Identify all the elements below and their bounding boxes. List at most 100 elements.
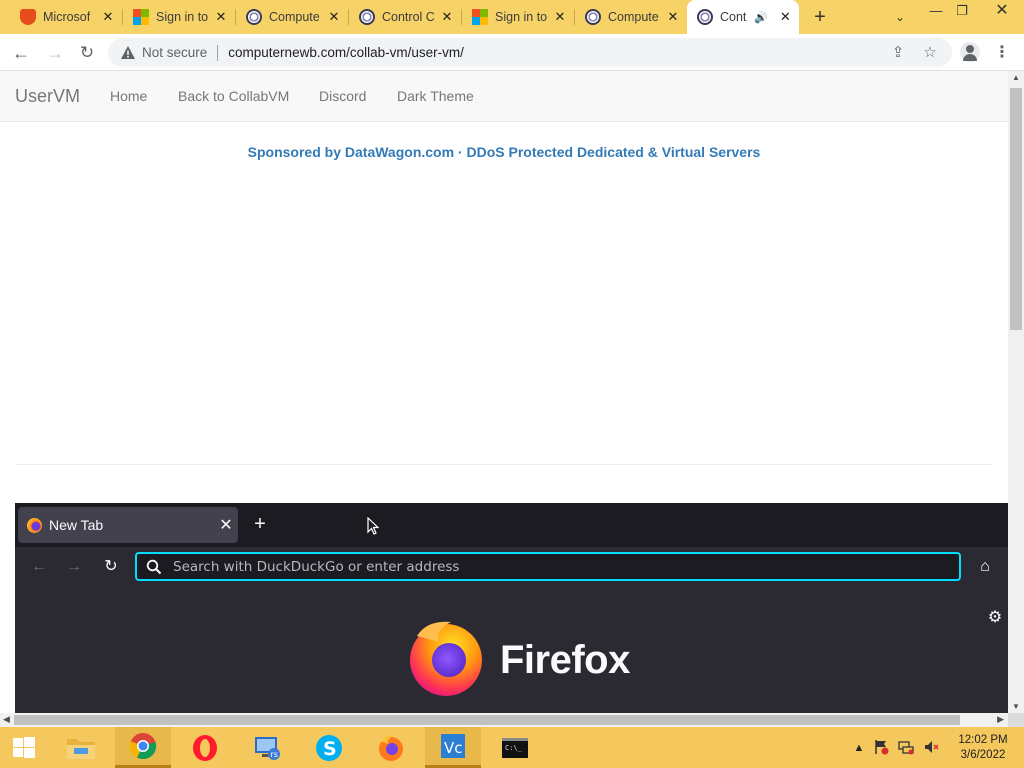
collabvm-icon [359,9,375,25]
horizontal-scrollbar[interactable]: ◀ ▶ [0,713,1008,727]
action-center-flag-icon[interactable] [872,739,890,757]
tab-title: Compute [608,10,659,24]
windows-taskbar: rs S Vc C:\_ ▲ 12:02 PM 3/6/2022 [0,727,1024,768]
clock-time: 12:02 PM [958,734,1008,746]
firefox-forward-button[interactable]: → [62,555,86,579]
close-tab-icon[interactable]: ✕ [439,9,455,25]
security-status[interactable]: Not secure [142,45,207,60]
firefox-new-tab-button[interactable]: + [249,513,271,535]
forward-button[interactable]: → [42,40,68,66]
firefox-wordmark: Firefox [500,638,630,682]
svg-text:Vc: Vc [444,739,463,757]
close-tab-icon[interactable]: ✕ [552,9,568,25]
kebab-menu-icon[interactable]: ⋮ [994,40,1010,66]
browser-tab[interactable]: Sign in to ✕ [123,0,235,34]
collabvm-icon [246,9,262,25]
mouse-cursor-icon [367,517,379,535]
close-tab-icon[interactable]: ✕ [213,9,229,25]
site-brand[interactable]: UserVM [15,86,80,107]
chrome-toolbar: ← → ↻ Not secure computernewb.com/collab… [0,34,1024,71]
visual-studio-code-icon[interactable]: Vc [425,727,481,768]
share-icon[interactable]: ⇪ [888,43,908,63]
file-explorer-icon[interactable] [53,727,109,768]
chrome-tab-strip: Microsof ✕ Sign in to ✕ Compute ✕ Contro… [0,0,1024,34]
collabvm-icon [697,9,713,25]
close-tab-icon[interactable]: ✕ [100,9,116,25]
firefox-logo-icon [410,621,482,696]
scrollbar-corner [1008,713,1024,727]
chevron-down-icon[interactable]: ⌄ [890,7,910,27]
new-tab-button[interactable]: + [808,6,832,28]
search-icon [145,558,163,576]
start-button[interactable] [0,727,48,768]
firefox-icon [27,517,42,533]
command-prompt-icon[interactable]: C:\_ [487,727,543,768]
browser-tab[interactable]: Microsof ✕ [10,0,122,34]
browser-tab[interactable]: Sign in to ✕ [462,0,574,34]
bookmark-star-icon[interactable]: ☆ [920,43,940,63]
firefox-reload-button[interactable]: ↻ [99,555,123,579]
firefox-back-button[interactable]: ← [27,555,51,579]
tab-title: Sign in to [495,10,548,24]
system-clock[interactable]: 12:02 PM 3/6/2022 [948,733,1018,763]
reload-button[interactable]: ↻ [74,40,100,66]
volume-muted-icon[interactable] [922,739,940,757]
scroll-left-icon[interactable]: ◀ [3,714,10,725]
divider [15,464,992,465]
scrollbar-thumb[interactable] [14,715,960,725]
close-tab-icon[interactable]: ✕ [665,9,681,25]
vm-screen[interactable]: New Tab ✕ + ← → ↻ ⌂ ⚙ [15,503,1008,713]
firefox-tab[interactable]: New Tab ✕ [18,507,238,543]
sponsor-link[interactable]: Sponsored by DataWagon.com · DDoS Protec… [0,144,1008,160]
tab-title: Microsof [43,10,91,24]
svg-text:C:\_: C:\_ [505,744,523,752]
nav-link-home[interactable]: Home [110,88,147,104]
browser-tab-active[interactable]: Cont 🔊 ✕ [687,0,799,34]
site-navbar: UserVM Home Back to CollabVM Discord Dar… [0,71,1008,122]
scroll-right-icon[interactable]: ▶ [997,714,1004,725]
firefox-tab-bar: New Tab ✕ + [15,503,1008,547]
firefox-search-input[interactable] [173,558,933,575]
gear-icon[interactable]: ⚙ [985,608,1005,628]
firefox-tab-title: New Tab [49,517,104,533]
profile-avatar-icon[interactable] [960,42,980,62]
chrome-icon[interactable] [115,727,171,768]
scroll-up-icon[interactable]: ▲ [1012,73,1020,82]
tab-title: Sign in to [156,10,209,24]
url-text[interactable]: computernewb.com/collab-vm/user-vm/ [228,45,464,60]
nav-link-dark-theme[interactable]: Dark Theme [397,88,474,104]
clock-date: 3/6/2022 [960,749,1006,761]
scroll-down-icon[interactable]: ▼ [1012,702,1020,711]
vertical-scrollbar[interactable]: ▲ ▼ [1008,71,1024,713]
browser-tab[interactable]: Compute ✕ [236,0,348,34]
browser-tab[interactable]: Compute ✕ [575,0,687,34]
home-icon[interactable]: ⌂ [973,555,997,579]
back-button[interactable]: ← [8,40,34,66]
close-tab-icon[interactable]: ✕ [214,515,238,535]
firefox-url-bar[interactable] [135,552,961,581]
web-page: UserVM Home Back to CollabVM Discord Dar… [0,71,1008,713]
speaker-icon[interactable]: 🔊 [754,11,768,24]
restore-button[interactable]: ❐ [946,0,978,24]
browser-tab[interactable]: Control C ✕ [349,0,461,34]
collabvm-icon [585,9,601,25]
windows-logo-icon [13,736,35,758]
chevron-up-icon[interactable]: ▲ [850,739,868,757]
skype-icon[interactable]: S [301,727,357,768]
remote-desktop-icon[interactable]: rs [239,727,295,768]
svg-text:S: S [323,738,337,760]
warning-icon[interactable] [120,45,136,61]
url-divider [217,44,219,61]
close-window-button[interactable]: ✕ [986,0,1018,24]
svg-text:rs: rs [271,750,278,759]
scrollbar-thumb[interactable] [1010,88,1022,330]
nav-link-back-to-collabvm[interactable]: Back to CollabVM [178,88,289,104]
close-tab-icon[interactable]: ✕ [326,9,342,25]
firefox-icon[interactable] [363,727,419,768]
tab-title: Cont [720,10,747,24]
network-icon[interactable] [897,739,915,757]
address-bar[interactable]: Not secure computernewb.com/collab-vm/us… [108,38,952,67]
nav-link-discord[interactable]: Discord [319,88,366,104]
opera-icon[interactable] [177,727,233,768]
close-tab-icon[interactable]: ✕ [778,9,793,25]
